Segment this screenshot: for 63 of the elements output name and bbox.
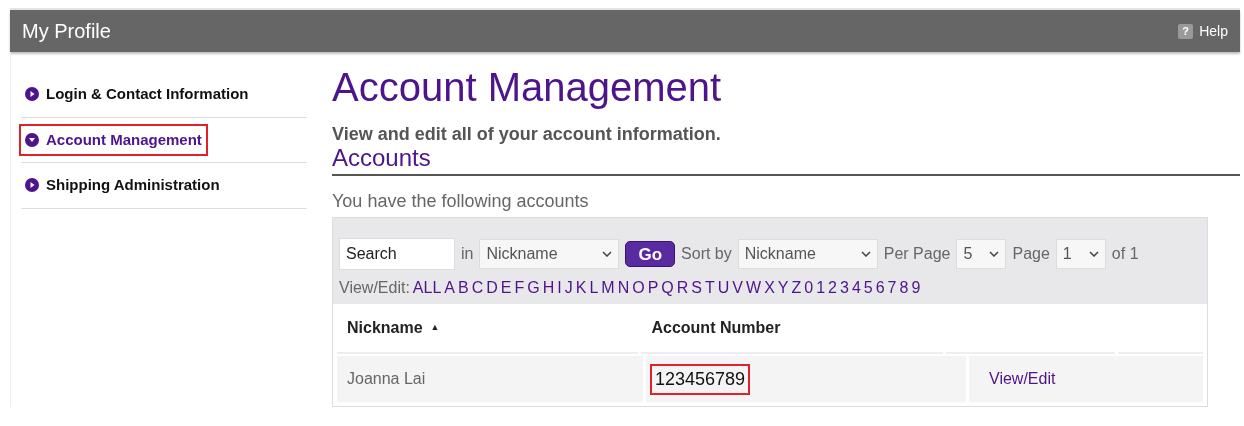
dropdown[interactable]: Nickname	[479, 239, 620, 269]
letter-link[interactable]: X	[764, 276, 775, 300]
letter-link[interactable]: Q	[661, 276, 674, 300]
letter-link[interactable]: H	[542, 276, 555, 300]
letter-link[interactable]: E	[500, 276, 512, 300]
letter-link[interactable]: O	[632, 276, 645, 300]
letter-link[interactable]: U	[717, 276, 730, 300]
letter-link[interactable]: 5	[863, 276, 873, 300]
letter-link[interactable]: N	[617, 276, 630, 300]
letter-link[interactable]: I	[557, 276, 562, 300]
sidebar-item[interactable]: Shipping Administration	[21, 171, 224, 200]
letter-link[interactable]: 3	[839, 276, 849, 300]
intro-text: You have the following accounts	[332, 190, 590, 213]
letter-link[interactable]: D	[486, 276, 498, 300]
letter-link[interactable]: Y	[777, 276, 789, 300]
table-cell: 123456789	[652, 365, 749, 393]
in-label: in	[461, 244, 474, 264]
letter-link[interactable]: 8	[899, 276, 909, 300]
letter-link[interactable]: T	[705, 276, 715, 300]
letter-link[interactable]: C	[471, 276, 484, 300]
letter-link[interactable]: B	[458, 276, 469, 300]
letter-link[interactable]: J	[564, 276, 573, 300]
letter-link[interactable]: 9	[911, 276, 921, 300]
dropdown[interactable]: 1	[1055, 239, 1106, 269]
letter-link[interactable]: K	[575, 276, 587, 300]
page-heading: Account Management	[332, 64, 723, 110]
sidebar-item[interactable]: Account Management	[21, 125, 206, 154]
letter-link[interactable]: L	[589, 276, 599, 300]
letter-link[interactable]: 4	[851, 276, 861, 300]
letter-link[interactable]: Z	[791, 276, 802, 300]
sort-label: Sort by	[681, 244, 732, 264]
dropdown[interactable]: Nickname	[737, 239, 878, 269]
column-header[interactable]: Nickname ▲	[337, 304, 639, 354]
dropdown[interactable]: 5	[956, 239, 1007, 269]
letter-link[interactable]: ALL	[412, 276, 442, 300]
letter-link[interactable]: 7	[887, 276, 897, 300]
page-title: My Profile	[22, 19, 111, 44]
sidebar-item[interactable]: Login & Contact Information	[21, 80, 253, 109]
letter-link[interactable]: M	[601, 276, 615, 300]
help-link[interactable]: ? Help	[1178, 20, 1228, 42]
letter-link[interactable]: W	[746, 276, 762, 300]
go-button[interactable]: Go	[625, 241, 676, 267]
column-header: Account Number	[641, 304, 943, 354]
search-field[interactable]: Search	[339, 238, 455, 270]
letter-link[interactable]: V	[732, 276, 743, 300]
filter-label: View/Edit:	[339, 278, 410, 298]
letter-link[interactable]: 6	[875, 276, 885, 300]
per-page-label: Per Page	[883, 244, 951, 264]
letter-link[interactable]: A	[444, 276, 455, 300]
letter-link[interactable]: 1	[816, 276, 826, 300]
letter-link[interactable]: 2	[828, 276, 837, 300]
letter-link[interactable]: F	[514, 276, 525, 300]
letter-link[interactable]: 0	[804, 276, 814, 300]
table-cell: Joanna Lai	[337, 356, 643, 402]
letter-link[interactable]: G	[527, 276, 540, 300]
view-edit-link[interactable]: View/Edit	[989, 367, 1056, 391]
letter-link[interactable]: R	[676, 276, 689, 300]
letter-link[interactable]: P	[647, 276, 659, 300]
letter-link[interactable]: S	[691, 276, 702, 300]
page-count: of 1	[1111, 244, 1139, 264]
page-subtitle: View and edit all of your account information.	[332, 124, 722, 144]
section-heading: Accounts	[332, 144, 1240, 176]
page-label: Page	[1012, 244, 1050, 264]
